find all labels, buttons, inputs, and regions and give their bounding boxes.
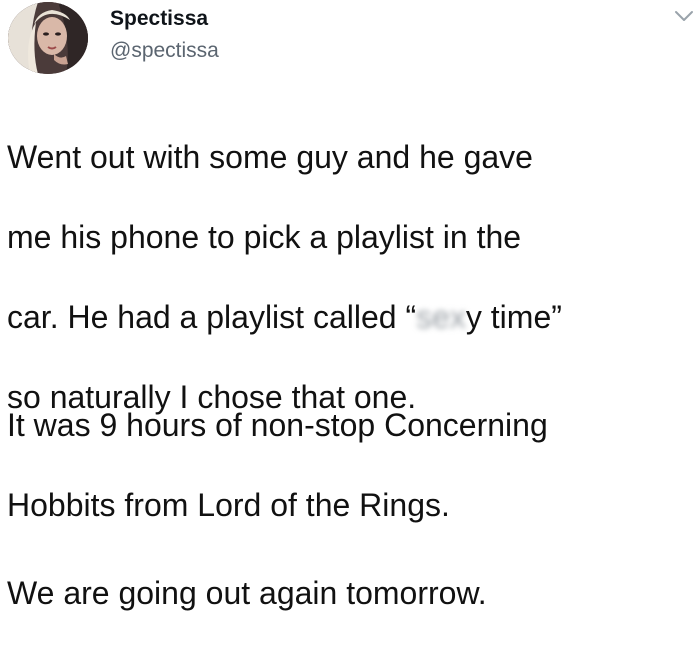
avatar[interactable] — [8, 2, 88, 74]
tweet-line: It was 9 hours of non-stop Concerning — [7, 407, 548, 443]
user-handle[interactable]: @spectissa — [110, 38, 219, 64]
display-name[interactable]: Spectissa — [110, 6, 208, 32]
tweet-card: Spectissa @spectissa Went out with some … — [0, 0, 700, 611]
chevron-down-icon[interactable] — [673, 8, 695, 24]
tweet-line: Hobbits from Lord of the Rings. — [7, 487, 450, 523]
tweet-line: Went out with some guy and he gave — [7, 139, 533, 175]
tweet-line: We are going out again tomorrow. — [7, 575, 487, 611]
tweet-line: car. He had a playlist called “sexy time… — [7, 297, 697, 337]
avatar-photo — [8, 2, 88, 74]
tweet-line-text: car. He had a playlist called “ — [7, 299, 417, 335]
tweet-line: me his phone to pick a playlist in the — [7, 219, 522, 255]
tweet-paragraph-3: We are going out again tomorrow. — [7, 533, 697, 653]
blurred-word: sex — [416, 299, 466, 335]
tweet-header: Spectissa @spectissa — [0, 0, 700, 84]
tweet-line-text: y time” — [465, 299, 562, 335]
